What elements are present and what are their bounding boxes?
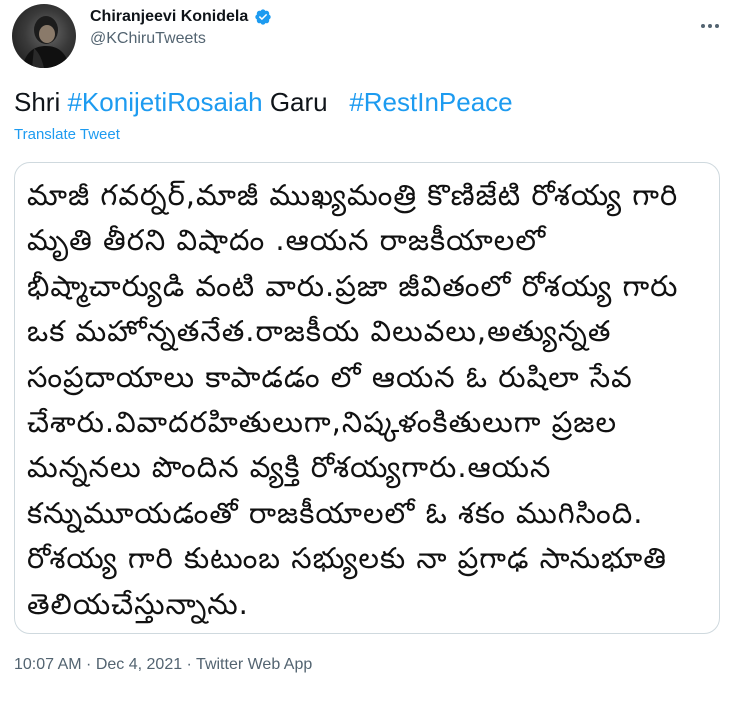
tweet-metadata: 10:07 AM · Dec 4, 2021 · Twitter Web App: [14, 656, 312, 674]
tweet-text-prefix: Shri: [14, 87, 68, 117]
image-text-line: కన్నుమూయడంతో రాజకీయాలలో ఓ శకం ముగిసింది.: [27, 495, 644, 530]
verified-badge-icon: [254, 8, 272, 26]
image-text-block: మాజీ గవర్నర్,మాజీ ముఖ్యమంత్రి కొణిజేటి ర…: [27, 173, 707, 627]
avatar[interactable]: [12, 4, 76, 68]
hashtag-link-restinpeace[interactable]: #RestInPeace: [349, 87, 512, 117]
image-text-line: భీష్మాచార్యుడి వంటి వారు.ప్రజా జీవితంలో …: [27, 268, 679, 303]
more-options-icon[interactable]: [698, 16, 722, 36]
translate-tweet-link[interactable]: Translate Tweet: [14, 126, 120, 143]
tweet-date[interactable]: Dec 4, 2021: [96, 656, 182, 673]
meta-separator: ·: [81, 656, 96, 673]
more-dot: [708, 24, 712, 28]
author-handle[interactable]: @KChiruTweets: [90, 30, 272, 48]
tweet-source[interactable]: Twitter Web App: [196, 656, 312, 673]
tweet-text-middle: Garu: [262, 87, 350, 117]
image-text-line: సంప్రదాయాలు కాపాడడం లో ఆయన ఓ రుషిలా సేవ: [27, 359, 633, 394]
tweet-image[interactable]: మాజీ గవర్నర్,మాజీ ముఖ్యమంత్రి కొణిజేటి ర…: [14, 162, 720, 634]
author-display-name[interactable]: Chiranjeevi Konidela: [90, 8, 248, 26]
meta-separator: ·: [182, 656, 197, 673]
hashtag-link-konijetirosaiah[interactable]: #KonijetiRosaiah: [67, 87, 262, 117]
image-text-line: తెలియచేస్తున్నాను.: [27, 586, 249, 621]
image-text-line: ఒక మహోన్నతనేత.రాజకీయ విలువలు,అత్యున్నత: [27, 314, 612, 349]
name-row: Chiranjeevi Konidela: [90, 8, 272, 26]
more-dot: [701, 24, 705, 28]
tweet-time[interactable]: 10:07 AM: [14, 656, 82, 673]
image-text-line: మృతి తీరని విషాదం .ఆయన రాజకీయాలలో: [27, 223, 547, 258]
more-dot: [715, 24, 719, 28]
avatar-portrait: [22, 16, 70, 68]
image-text-line: చేశారు.వివాదరహితులుగా,నిష్కళంకితులుగా ప్…: [27, 404, 618, 439]
author-info: Chiranjeevi Konidela @KChiruTweets: [90, 8, 272, 48]
image-text-line: రోశయ్య గారి కుటుంబ సభ్యులకు నా ప్రగాఢ సా…: [27, 541, 667, 576]
image-text-line: మన్ననలు పొందిన వ్యక్తి రోశయ్యగారు.ఆయన: [27, 450, 552, 485]
image-text-line: మాజీ గవర్నర్,మాజీ ముఖ్యమంత్రి కొణిజేటి ర…: [27, 178, 679, 212]
tweet-text: Shri #KonijetiRosaiah Garu #RestInPeace: [14, 84, 513, 120]
